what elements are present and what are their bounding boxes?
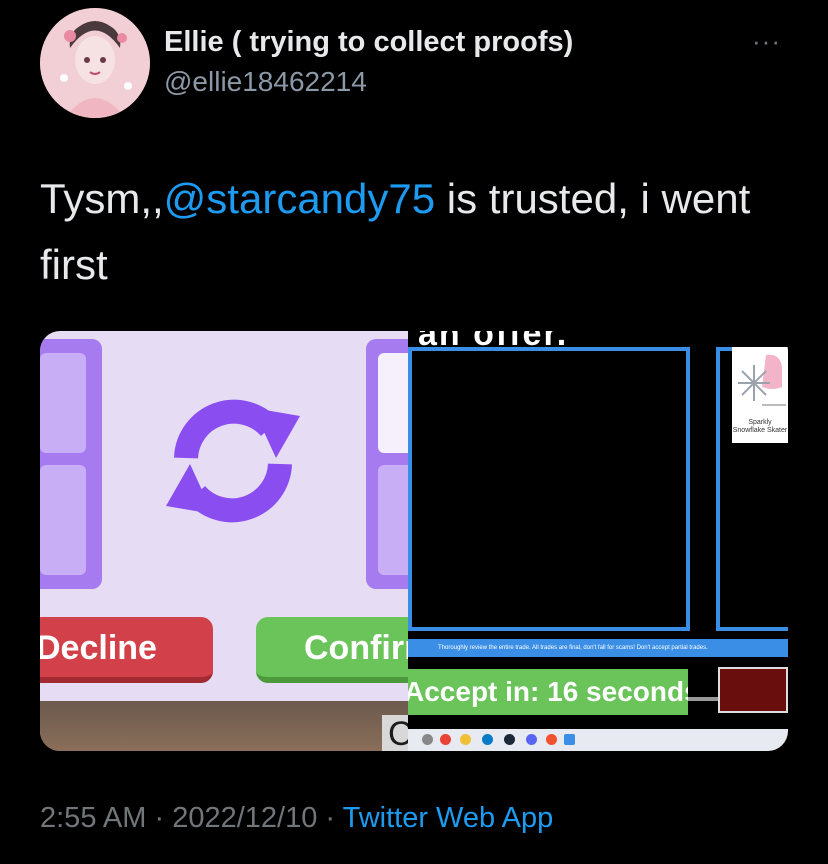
confirm-button: Confirm xyxy=(256,617,416,683)
source-app-link[interactable]: Twitter Web App xyxy=(343,802,554,834)
author-handle[interactable]: @ellie18462214 xyxy=(164,66,367,98)
floor-background xyxy=(40,701,416,751)
trade-slot-left xyxy=(40,339,102,589)
steam-icon xyxy=(504,734,515,745)
folder-icon xyxy=(460,734,471,745)
chrome-icon xyxy=(440,734,451,745)
decline-slot-box xyxy=(718,667,788,713)
accept-countdown: Accept in: 16 seconds xyxy=(408,669,688,715)
item-label: Sparkly Snowflake Skater xyxy=(732,419,788,434)
more-icon[interactable]: ··· xyxy=(752,26,781,57)
avatar[interactable] xyxy=(40,8,150,118)
tweet-text: Tysm,,@starcandy75 is trusted, i went fi… xyxy=(40,166,800,298)
discord-icon xyxy=(526,734,537,745)
snowflake-skate-icon xyxy=(738,354,786,406)
mention-link[interactable]: @starcandy75 xyxy=(164,175,435,222)
swap-icon xyxy=(166,399,300,523)
tweet-date[interactable]: 2022/12/10 xyxy=(172,802,317,834)
tweet-timestamp: 2:55 AM · 2022/12/10 · Twitter Web App xyxy=(40,802,554,834)
tweet-time[interactable]: 2:55 AM xyxy=(40,802,146,834)
trade-screenshot-left: Decline Confirm Co xyxy=(40,331,416,751)
app-icon xyxy=(564,734,575,745)
tweet-text-prefix: Tysm,, xyxy=(40,175,164,222)
item-card: Sparkly Snowflake Skater xyxy=(732,347,788,443)
decline-button: Decline xyxy=(40,617,213,683)
trade-screenshot-right: an offer. Sparkly Snowflake Skater Thoro… xyxy=(408,331,788,751)
app-icon xyxy=(546,734,557,745)
tweet-media[interactable]: Decline Confirm Co an offer. Sparkly Sno… xyxy=(40,331,788,751)
taskbar xyxy=(408,729,788,751)
offer-panel-left xyxy=(408,347,690,631)
taskbar-app-icon xyxy=(422,734,433,745)
edge-icon xyxy=(482,734,493,745)
author-name[interactable]: Ellie ( trying to collect proofs) xyxy=(164,26,573,59)
warning-bar: Thoroughly review the entire trade. All … xyxy=(408,639,788,657)
